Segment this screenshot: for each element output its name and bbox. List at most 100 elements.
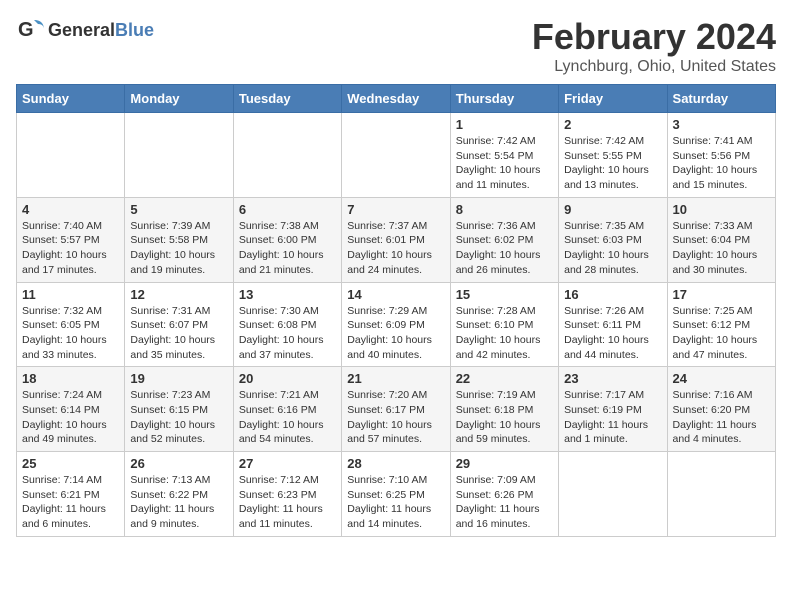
calendar-cell: 1 Sunrise: 7:42 AM Sunset: 5:54 PM Daylig… xyxy=(450,113,558,198)
calendar-cell xyxy=(233,113,341,198)
day-number: 20 xyxy=(239,371,336,386)
day-number: 14 xyxy=(347,287,444,302)
day-info: Sunrise: 7:42 AM Sunset: 5:54 PM Dayligh… xyxy=(456,134,553,193)
day-info: Sunrise: 7:19 AM Sunset: 6:18 PM Dayligh… xyxy=(456,388,553,447)
calendar-cell: 3 Sunrise: 7:41 AM Sunset: 5:56 PM Daylig… xyxy=(667,113,775,198)
day-info: Sunrise: 7:10 AM Sunset: 6:25 PM Dayligh… xyxy=(347,473,444,532)
weekday-header-friday: Friday xyxy=(559,85,667,113)
calendar-cell: 4Sunrise: 7:40 AM Sunset: 5:57 PM Daylig… xyxy=(17,197,125,282)
day-info: Sunrise: 7:09 AM Sunset: 6:26 PM Dayligh… xyxy=(456,473,553,532)
day-number: 11 xyxy=(22,287,119,302)
calendar-cell: 24 Sunrise: 7:16 AM Sunset: 6:20 PM Dayli… xyxy=(667,367,775,452)
calendar-cell: 9 Sunrise: 7:35 AM Sunset: 6:03 PM Daylig… xyxy=(559,197,667,282)
page-header: G GeneralBlue February 2024 Lynchburg, O… xyxy=(16,16,776,76)
calendar-cell: 6 Sunrise: 7:38 AM Sunset: 6:00 PM Daylig… xyxy=(233,197,341,282)
calendar-cell: 17 Sunrise: 7:25 AM Sunset: 6:12 PM Dayli… xyxy=(667,282,775,367)
day-info: Sunrise: 7:13 AM Sunset: 6:22 PM Dayligh… xyxy=(130,473,227,532)
weekday-header-tuesday: Tuesday xyxy=(233,85,341,113)
day-number: 29 xyxy=(456,456,553,471)
day-number: 24 xyxy=(673,371,770,386)
calendar-cell xyxy=(342,113,450,198)
calendar-cell: 20 Sunrise: 7:21 AM Sunset: 6:16 PM Dayli… xyxy=(233,367,341,452)
day-number: 18 xyxy=(22,371,119,386)
day-info: Sunrise: 7:29 AM Sunset: 6:09 PM Dayligh… xyxy=(347,304,444,363)
calendar-table: SundayMondayTuesdayWednesdayThursdayFrid… xyxy=(16,84,776,537)
day-info: Sunrise: 7:39 AM Sunset: 5:58 PM Dayligh… xyxy=(130,219,227,278)
weekday-header-saturday: Saturday xyxy=(667,85,775,113)
calendar-cell: 8 Sunrise: 7:36 AM Sunset: 6:02 PM Daylig… xyxy=(450,197,558,282)
day-number: 7 xyxy=(347,202,444,217)
day-info: Sunrise: 7:33 AM Sunset: 6:04 PM Dayligh… xyxy=(673,219,770,278)
calendar-cell: 22 Sunrise: 7:19 AM Sunset: 6:18 PM Dayli… xyxy=(450,367,558,452)
day-info: Sunrise: 7:28 AM Sunset: 6:10 PM Dayligh… xyxy=(456,304,553,363)
calendar-cell: 27 Sunrise: 7:12 AM Sunset: 6:23 PM Dayli… xyxy=(233,452,341,537)
calendar-cell xyxy=(17,113,125,198)
day-info: Sunrise: 7:31 AM Sunset: 6:07 PM Dayligh… xyxy=(130,304,227,363)
day-info: Sunrise: 7:24 AM Sunset: 6:14 PM Dayligh… xyxy=(22,388,119,447)
day-number: 2 xyxy=(564,117,661,132)
calendar-cell: 2 Sunrise: 7:42 AM Sunset: 5:55 PM Daylig… xyxy=(559,113,667,198)
day-number: 17 xyxy=(673,287,770,302)
day-number: 3 xyxy=(673,117,770,132)
weekday-header-sunday: Sunday xyxy=(17,85,125,113)
day-number: 25 xyxy=(22,456,119,471)
calendar-cell: 16 Sunrise: 7:26 AM Sunset: 6:11 PM Dayli… xyxy=(559,282,667,367)
day-info: Sunrise: 7:32 AM Sunset: 6:05 PM Dayligh… xyxy=(22,304,119,363)
day-number: 22 xyxy=(456,371,553,386)
day-info: Sunrise: 7:21 AM Sunset: 6:16 PM Dayligh… xyxy=(239,388,336,447)
day-number: 6 xyxy=(239,202,336,217)
calendar-cell: 14 Sunrise: 7:29 AM Sunset: 6:09 PM Dayli… xyxy=(342,282,450,367)
calendar-cell: 15 Sunrise: 7:28 AM Sunset: 6:10 PM Dayli… xyxy=(450,282,558,367)
calendar-cell: 28 Sunrise: 7:10 AM Sunset: 6:25 PM Dayli… xyxy=(342,452,450,537)
weekday-header-monday: Monday xyxy=(125,85,233,113)
day-number: 19 xyxy=(130,371,227,386)
calendar-cell: 23 Sunrise: 7:17 AM Sunset: 6:19 PM Dayli… xyxy=(559,367,667,452)
logo-icon: G xyxy=(16,16,44,44)
calendar-cell: 21Sunrise: 7:20 AM Sunset: 6:17 PM Dayli… xyxy=(342,367,450,452)
logo-general-text: GeneralBlue xyxy=(48,20,154,41)
day-number: 26 xyxy=(130,456,227,471)
calendar-cell: 7 Sunrise: 7:37 AM Sunset: 6:01 PM Daylig… xyxy=(342,197,450,282)
day-number: 15 xyxy=(456,287,553,302)
calendar-cell xyxy=(667,452,775,537)
day-info: Sunrise: 7:16 AM Sunset: 6:20 PM Dayligh… xyxy=(673,388,770,447)
calendar-cell: 25 Sunrise: 7:14 AM Sunset: 6:21 PM Dayli… xyxy=(17,452,125,537)
location-subtitle: Lynchburg, Ohio, United States xyxy=(532,58,776,76)
day-info: Sunrise: 7:17 AM Sunset: 6:19 PM Dayligh… xyxy=(564,388,661,447)
logo: G GeneralBlue xyxy=(16,16,154,44)
calendar-cell: 5 Sunrise: 7:39 AM Sunset: 5:58 PM Daylig… xyxy=(125,197,233,282)
day-info: Sunrise: 7:26 AM Sunset: 6:11 PM Dayligh… xyxy=(564,304,661,363)
day-info: Sunrise: 7:41 AM Sunset: 5:56 PM Dayligh… xyxy=(673,134,770,193)
day-info: Sunrise: 7:35 AM Sunset: 6:03 PM Dayligh… xyxy=(564,219,661,278)
day-number: 8 xyxy=(456,202,553,217)
day-number: 16 xyxy=(564,287,661,302)
day-number: 4 xyxy=(22,202,119,217)
calendar-cell xyxy=(559,452,667,537)
day-number: 21 xyxy=(347,371,444,386)
day-info: Sunrise: 7:23 AM Sunset: 6:15 PM Dayligh… xyxy=(130,388,227,447)
day-number: 5 xyxy=(130,202,227,217)
day-number: 1 xyxy=(456,117,553,132)
day-info: Sunrise: 7:14 AM Sunset: 6:21 PM Dayligh… xyxy=(22,473,119,532)
weekday-header-thursday: Thursday xyxy=(450,85,558,113)
weekday-header-wednesday: Wednesday xyxy=(342,85,450,113)
day-number: 10 xyxy=(673,202,770,217)
day-info: Sunrise: 7:37 AM Sunset: 6:01 PM Dayligh… xyxy=(347,219,444,278)
day-info: Sunrise: 7:36 AM Sunset: 6:02 PM Dayligh… xyxy=(456,219,553,278)
day-info: Sunrise: 7:38 AM Sunset: 6:00 PM Dayligh… xyxy=(239,219,336,278)
calendar-cell: 29 Sunrise: 7:09 AM Sunset: 6:26 PM Dayli… xyxy=(450,452,558,537)
calendar-cell: 11 Sunrise: 7:32 AM Sunset: 6:05 PM Dayli… xyxy=(17,282,125,367)
calendar-cell: 18 Sunrise: 7:24 AM Sunset: 6:14 PM Dayli… xyxy=(17,367,125,452)
day-info: Sunrise: 7:30 AM Sunset: 6:08 PM Dayligh… xyxy=(239,304,336,363)
day-number: 23 xyxy=(564,371,661,386)
day-info: Sunrise: 7:42 AM Sunset: 5:55 PM Dayligh… xyxy=(564,134,661,193)
day-number: 28 xyxy=(347,456,444,471)
calendar-cell: 12Sunrise: 7:31 AM Sunset: 6:07 PM Dayli… xyxy=(125,282,233,367)
calendar-cell: 13Sunrise: 7:30 AM Sunset: 6:08 PM Dayli… xyxy=(233,282,341,367)
day-info: Sunrise: 7:25 AM Sunset: 6:12 PM Dayligh… xyxy=(673,304,770,363)
title-block: February 2024 Lynchburg, Ohio, United St… xyxy=(532,16,776,76)
day-number: 27 xyxy=(239,456,336,471)
day-number: 9 xyxy=(564,202,661,217)
day-info: Sunrise: 7:12 AM Sunset: 6:23 PM Dayligh… xyxy=(239,473,336,532)
calendar-cell: 26 Sunrise: 7:13 AM Sunset: 6:22 PM Dayli… xyxy=(125,452,233,537)
